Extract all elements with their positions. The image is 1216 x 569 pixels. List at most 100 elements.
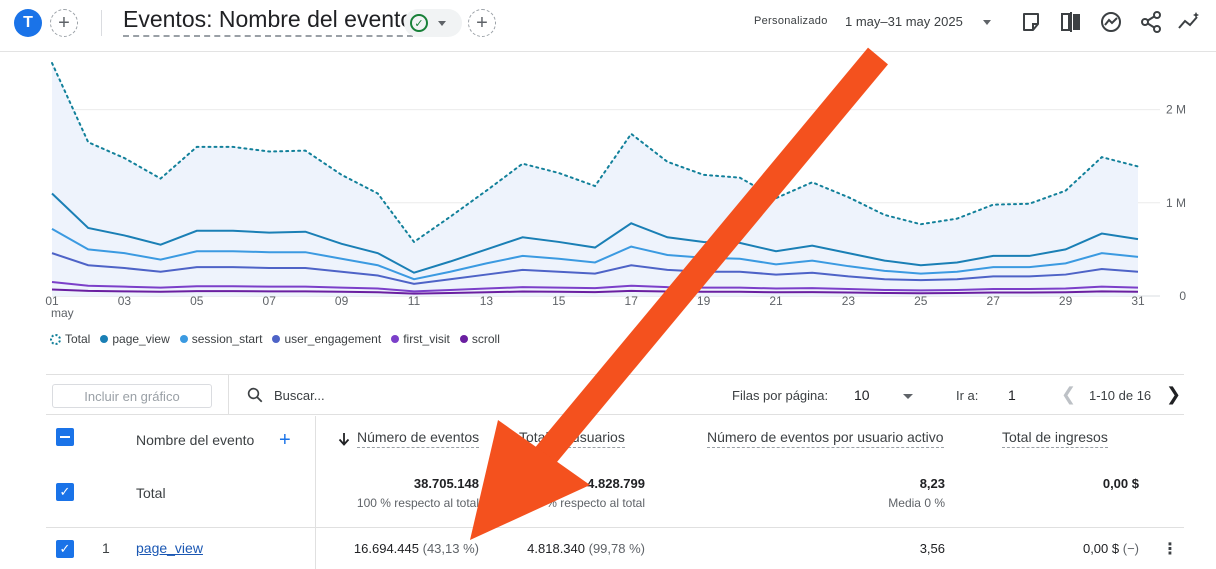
- legend-label: user_engagement: [284, 332, 382, 346]
- total-events-percent: 100 % respecto al total: [356, 496, 479, 510]
- row-per-user-value: 3,56: [919, 541, 945, 556]
- date-range-value[interactable]: 1 may–31 may 2025: [845, 14, 963, 29]
- total-row-label: Total: [136, 485, 166, 501]
- rows-per-page-label: Filas por página:: [732, 388, 829, 403]
- column-header-events-per-user[interactable]: Número de eventos por usuario activo: [707, 429, 944, 448]
- row-users-value: 4.818.340: [527, 541, 585, 556]
- x-tick-label: 03: [118, 294, 132, 308]
- sort-down-arrow-icon: [338, 433, 350, 446]
- row-users-percent: (99,78 %): [588, 541, 645, 556]
- column-header-event-name[interactable]: Nombre del evento: [136, 432, 254, 448]
- share-icon[interactable]: [1139, 10, 1163, 34]
- search-input[interactable]: [274, 385, 574, 405]
- event-name-link[interactable]: page_view: [136, 540, 203, 556]
- total-users-value: 4.828.799: [587, 476, 645, 491]
- x-tick-label: 13: [480, 294, 494, 308]
- chart-canvas: 01 M2 M01 03 05 07 09 11 13 15 17 19 21 23 25 27 29 31m…: [45, 62, 1186, 320]
- add-comparison-button[interactable]: +: [50, 9, 78, 37]
- events-table: Incluir en gráfico Filas por página: 10 …: [46, 374, 1184, 569]
- y-tick-label: 0: [1179, 289, 1186, 303]
- x-tick-label: 07: [263, 294, 277, 308]
- table-total-row: ✓ Total 38.705.148 100 % respecto al tot…: [46, 468, 1184, 528]
- x-tick-label: 11: [408, 294, 421, 308]
- total-events-value: 38.705.148: [413, 476, 479, 491]
- column-header-total-revenue[interactable]: Total de ingresos: [1002, 429, 1108, 448]
- report-status-dropdown[interactable]: ✓: [404, 9, 462, 37]
- legend-item-total[interactable]: Total: [50, 332, 90, 346]
- legend-item-scroll[interactable]: scroll: [459, 332, 500, 346]
- x-tick-label: 21: [769, 294, 783, 308]
- legend-item-first-visit[interactable]: first_visit: [391, 332, 450, 346]
- search-icon: [247, 387, 263, 403]
- legend-marker: [272, 335, 281, 343]
- date-range-chevron-icon[interactable]: [983, 20, 991, 25]
- page-range-text: 1-10 de 16: [1089, 388, 1152, 403]
- x-tick-label: 19: [697, 294, 711, 308]
- insights-icon[interactable]: [1099, 10, 1123, 34]
- row-revenue-cell: 0,00 $ (−): [1083, 541, 1139, 556]
- header-divider: [101, 10, 102, 36]
- row-checkbox[interactable]: ✓: [56, 540, 74, 558]
- page-title: Eventos: Nombre del evento: [123, 6, 414, 37]
- rows-chevron-down-icon[interactable]: [903, 394, 913, 399]
- compare-icon[interactable]: [1059, 10, 1083, 34]
- x-tick-label: 05: [190, 294, 204, 308]
- total-per-user-average: Media 0 %: [888, 496, 945, 510]
- row-revenue-value: 0,00 $: [1082, 541, 1120, 556]
- rows-per-page-select[interactable]: 10: [854, 387, 870, 403]
- next-page-chevron-icon[interactable]: ❯: [1166, 384, 1181, 405]
- table-header-row: Nombre del evento + Número de eventos To…: [46, 416, 1184, 468]
- legend-item-session-start[interactable]: session_start: [179, 332, 263, 346]
- y-tick-label: 2 M: [1166, 103, 1186, 117]
- legend-label: session_start: [191, 332, 263, 346]
- include-in-chart-button[interactable]: Incluir en gráfico: [52, 384, 212, 408]
- total-row-checkbox[interactable]: ✓: [56, 483, 74, 501]
- select-all-checkbox[interactable]: [56, 428, 74, 446]
- row-events-value: 16.694.445: [353, 541, 419, 556]
- date-range-label: Personalizado: [754, 15, 828, 27]
- series-total-area: [52, 63, 1138, 296]
- legend-item-page-view[interactable]: page_view: [100, 332, 170, 346]
- prev-page-chevron-icon[interactable]: ❮: [1061, 384, 1076, 405]
- legend-marker: [100, 335, 109, 343]
- trend-sparkle-icon[interactable]: [1177, 10, 1201, 34]
- legend-total-marker: [50, 333, 61, 345]
- x-tick-label: 31: [1131, 294, 1145, 308]
- legend-label: first_visit: [403, 332, 450, 346]
- user-avatar[interactable]: T: [14, 9, 42, 37]
- legend-label: scroll: [471, 332, 500, 346]
- add-report-button[interactable]: +: [468, 9, 496, 37]
- check-circle-icon: ✓: [410, 14, 428, 32]
- legend-label: Total: [65, 332, 91, 346]
- legend-label: page_view: [112, 332, 170, 346]
- column-header-event-count[interactable]: Número de eventos: [357, 429, 480, 448]
- y-tick-label: 1 M: [1166, 196, 1186, 210]
- x-tick-label: 23: [842, 294, 856, 308]
- legend-marker: [391, 335, 400, 343]
- report-header: T + Eventos: Nombre del evento ✓ + Perso…: [0, 0, 1216, 52]
- notes-icon[interactable]: [1019, 10, 1043, 34]
- go-to-page-input[interactable]: 1: [1008, 387, 1016, 403]
- table-row[interactable]: ✓ 1 page_view 16.694.445 (43,13 %) 4.818…: [46, 528, 1184, 569]
- row-more-options-icon[interactable]: ⋮: [1162, 539, 1178, 559]
- column-header-total-users[interactable]: Total de usuarios: [519, 429, 625, 448]
- chart-legend: Total page_view session_start user_engag…: [50, 332, 500, 346]
- legend-marker: [179, 335, 188, 343]
- row-users-cell: 4.818.340 (99,78 %): [527, 541, 645, 556]
- add-dimension-plus-icon[interactable]: +: [279, 430, 291, 450]
- total-per-user-value: 8,23: [919, 476, 945, 491]
- chevron-down-icon: [438, 20, 446, 26]
- row-events-percent: (43,13 %): [422, 541, 479, 556]
- legend-marker: [459, 335, 468, 343]
- x-tick-label: 09: [335, 294, 349, 308]
- legend-item-user-engagement[interactable]: user_engagement: [272, 332, 381, 346]
- x-tick-label: 15: [552, 294, 566, 308]
- go-to-label: Ir a:: [956, 388, 979, 403]
- row-events-cell: 16.694.445 (43,13 %): [354, 541, 479, 556]
- x-tick-label: 29: [1059, 294, 1073, 308]
- line-chart: 01 M2 M 01 03 05 07 09 11 13 15 17 19 21 23 25 27 29 31 m…: [0, 53, 1216, 373]
- row-revenue-percent: (−): [1122, 541, 1139, 556]
- total-users-percent: 100 % respecto al total: [522, 496, 645, 510]
- table-toolbar: Incluir en gráfico Filas por página: 10 …: [46, 375, 1184, 415]
- x-tick-label: 17: [625, 294, 639, 308]
